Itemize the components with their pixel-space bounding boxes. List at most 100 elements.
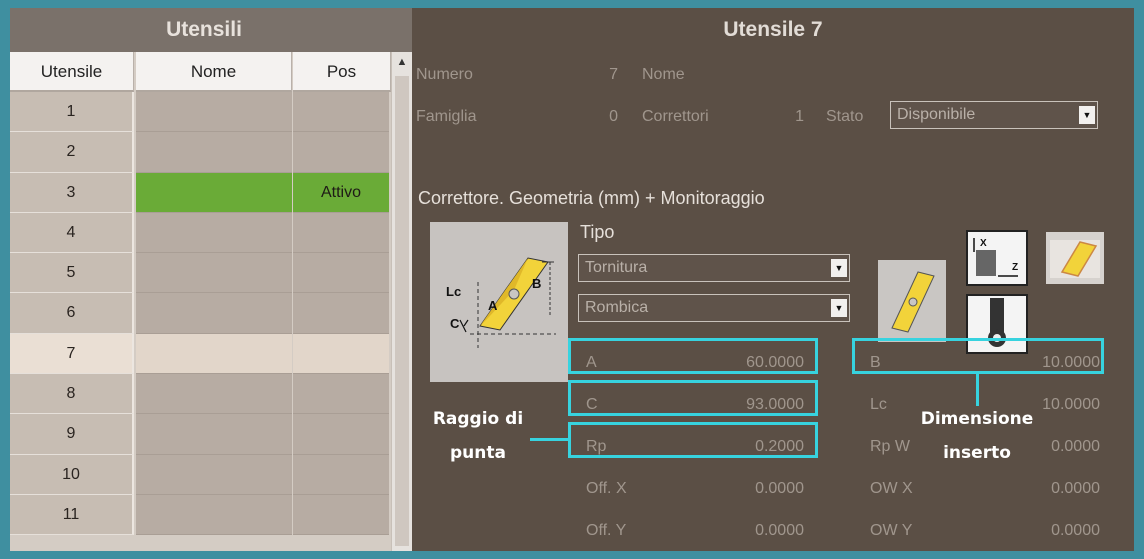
field-lc-label: Lc [870, 396, 887, 413]
table-row-active[interactable]: 3 Attivo [10, 172, 390, 213]
tool-pos-cell [293, 414, 389, 455]
tool-name-cell [136, 253, 292, 294]
diagram-label-lc: Lc [446, 284, 461, 299]
tool-number-cell: 4 [10, 212, 134, 254]
tool-pos-cell: Attivo [293, 172, 389, 213]
field-ow-x-value[interactable]: 0.0000 [1051, 480, 1100, 498]
field-lc-value[interactable]: 10.0000 [1042, 396, 1100, 414]
field-ow-y-value[interactable]: 0.0000 [1051, 522, 1100, 540]
column-header-pos[interactable]: Pos [293, 52, 391, 92]
forma-value: Rombica [585, 299, 649, 316]
tool-name-cell [136, 333, 292, 375]
table-row[interactable]: 5 [10, 253, 390, 294]
field-rp-w-value[interactable]: 0.0000 [1051, 438, 1100, 456]
dropdown-arrow-icon[interactable]: ▼ [1079, 106, 1095, 124]
tool-pos-cell [293, 333, 389, 375]
tool-pos-cell [293, 454, 389, 495]
tool-name-cell [136, 293, 292, 334]
tool-list-scrollbar[interactable]: ▲ [391, 52, 412, 551]
field-off-x[interactable]: Off. X 0.0000 [578, 472, 818, 506]
tool-number-cell: 7 [10, 333, 134, 375]
diagram-label-c: C [450, 316, 460, 331]
highlight-b [852, 338, 1104, 374]
axis-label-z: Z [1012, 262, 1018, 273]
table-row[interactable]: 8 [10, 374, 390, 415]
tool-pos-cell [293, 374, 389, 415]
table-row[interactable]: 9 [10, 414, 390, 455]
tool-detail-title: Utensile 7 [723, 18, 823, 41]
diagram-label-b: B [532, 276, 541, 291]
correttori-label: Correttori [642, 108, 709, 125]
dropdown-arrow-icon[interactable]: ▼ [831, 259, 847, 277]
tool-name-cell [136, 172, 292, 213]
dropdown-arrow-icon[interactable]: ▼ [831, 299, 847, 317]
field-off-x-label: Off. X [586, 480, 627, 497]
table-row[interactable]: 10 [10, 454, 390, 495]
column-header-nome[interactable]: Nome [136, 52, 292, 92]
highlight-a [568, 338, 818, 374]
tool-table: 1 2 3 Attivo 4 5 6 7 8 9 10 11 [10, 92, 390, 536]
tool-name-cell [136, 92, 292, 133]
tool-name-cell [136, 212, 292, 254]
tool-pos-cell [293, 293, 389, 334]
table-row[interactable]: 11 [10, 494, 390, 536]
tool-name-cell [136, 132, 292, 173]
field-off-y-label: Off. Y [586, 522, 627, 539]
field-off-y-value[interactable]: 0.0000 [755, 522, 804, 540]
nome-label: Nome [642, 66, 685, 83]
annotation-dimensione-inserto: Dimensione inserto [920, 409, 1034, 463]
field-ow-x[interactable]: OW X 0.0000 [864, 472, 1110, 506]
correttori-value: 1 [795, 108, 804, 125]
tool-number-cell: 11 [10, 494, 134, 536]
tool-name-cell [136, 374, 292, 415]
insert-orientation-icon[interactable] [1046, 232, 1104, 284]
table-row-selected[interactable]: 7 [10, 333, 390, 375]
field-off-x-value[interactable]: 0.0000 [755, 480, 804, 498]
table-row[interactable]: 6 [10, 293, 390, 334]
famiglia-label: Famiglia [416, 108, 477, 125]
field-ow-y-label: OW Y [870, 522, 913, 539]
annotation-line-rp [530, 438, 568, 441]
main-window: Utensili Utensile Nome Pos 1 2 3 Attivo … [10, 8, 1134, 551]
field-off-y[interactable]: Off. Y 0.0000 [578, 514, 818, 548]
table-row[interactable]: 1 [10, 92, 390, 133]
tool-pos-cell [293, 494, 389, 536]
diagram-label-a: A [488, 298, 498, 313]
tipo-select[interactable]: Tornitura ▼ [578, 254, 850, 282]
field-ow-x-label: OW X [870, 480, 913, 497]
famiglia-value: 0 [609, 108, 618, 125]
tool-pos-cell [293, 253, 389, 294]
tool-number-cell: 10 [10, 454, 134, 495]
xz-axis-icon[interactable]: X Z [966, 230, 1028, 286]
highlight-rp [568, 422, 818, 458]
insert-diagram-icon: Lc C A B [430, 222, 568, 382]
rhombic-insert-icon[interactable] [878, 260, 946, 342]
tool-name-cell [136, 494, 292, 536]
numero-label: Numero [416, 66, 473, 83]
tool-pos-cell [293, 132, 389, 173]
scroll-up-icon[interactable]: ▲ [392, 52, 412, 72]
column-header-utensile[interactable]: Utensile [10, 52, 134, 92]
tool-pos-cell [293, 212, 389, 254]
tool-list-panel: Utensili Utensile Nome Pos 1 2 3 Attivo … [10, 8, 412, 551]
axis-label-x: X [980, 238, 987, 249]
tool-detail-panel: Utensile 7 Numero 7 Nome Famiglia 0 Corr… [412, 8, 1134, 551]
table-row[interactable]: 2 [10, 132, 390, 173]
numero-value: 7 [609, 66, 618, 83]
table-row[interactable]: 4 [10, 212, 390, 254]
stato-value: Disponibile [897, 106, 976, 123]
stato-select[interactable]: Disponibile ▼ [890, 101, 1098, 129]
annotation-raggio-di-punta: Raggio di punta [432, 409, 524, 463]
tool-number-cell: 9 [10, 414, 134, 455]
tool-list-title: Utensili [10, 8, 412, 52]
tipo-label: Tipo [580, 222, 615, 242]
field-ow-y[interactable]: OW Y 0.0000 [864, 514, 1110, 548]
tipo-value: Tornitura [585, 259, 648, 276]
highlight-c [568, 380, 818, 416]
tool-number-cell: 3 [10, 172, 134, 213]
scroll-thumb[interactable] [395, 76, 409, 546]
tool-name-cell [136, 454, 292, 495]
tool-number-cell: 6 [10, 293, 134, 334]
field-rp-w-label: Rp W [870, 438, 910, 455]
forma-select[interactable]: Rombica ▼ [578, 294, 850, 322]
